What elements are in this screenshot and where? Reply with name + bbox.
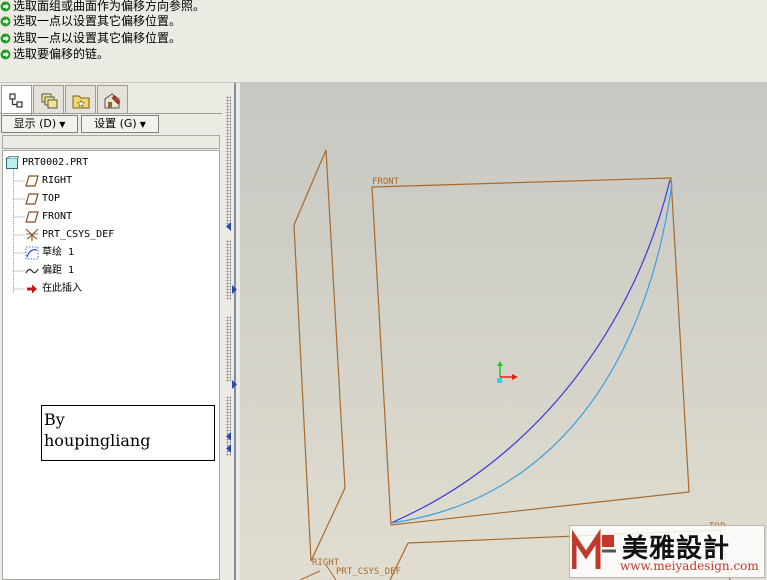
show-dropdown-button[interactable]: 显示 (D) ▼ <box>1 115 78 133</box>
message-text: 选取一点以设置其它偏移位置。 <box>13 31 182 45</box>
csys-label: PRT_CSYS_DEF <box>336 567 401 577</box>
tree-item-csys[interactable]: PRT_CSYS_DEF <box>25 227 114 243</box>
chevron-down-icon: ▼ <box>59 120 66 129</box>
message-area: 选取面组或曲面作为偏移方向参照。 选取一点以设置其它偏移位置。 选取一点以设置其… <box>0 0 767 82</box>
meiya-logo-icon <box>572 529 616 569</box>
watermark-logo: 美雅設計 www.meiyadesign.com <box>569 525 765 578</box>
navigator-panel: 显示 (D)▼ 设置 (G)▼ PRT0002.PRT RIGHT TOP <box>0 83 224 580</box>
message-arrow-icon <box>0 33 11 44</box>
offset-curve-icon <box>25 264 39 278</box>
datum-plane-icon <box>25 174 39 188</box>
tab-strip-border <box>0 113 222 114</box>
tab-connections[interactable] <box>97 85 128 114</box>
tree-item-root[interactable]: PRT0002.PRT <box>5 155 88 171</box>
collapse-left-icon[interactable] <box>226 444 232 453</box>
layers-icon <box>41 93 58 109</box>
tree-item-insert-here[interactable]: 在此插入 <box>25 281 82 297</box>
message-arrow-icon <box>0 16 11 27</box>
author-annotation: By houpingliang <box>41 405 215 461</box>
expand-right-icon[interactable] <box>232 285 238 294</box>
tab-model-tree[interactable] <box>1 85 32 115</box>
message-text: 选取面组或曲面作为偏移方向参照。 <box>13 0 206 13</box>
tree-item-sketch[interactable]: 草绘 1 <box>25 245 74 261</box>
part-icon <box>5 156 19 170</box>
tree-header-strip <box>2 135 220 149</box>
tree-item-front[interactable]: FRONT <box>25 209 72 225</box>
annotation-line: By <box>44 410 65 429</box>
connections-icon <box>104 93 121 109</box>
tab-favorites[interactable] <box>65 85 96 114</box>
csys-icon <box>25 228 39 242</box>
model-tree: PRT0002.PRT RIGHT TOP FRONT PRT_CSYS_DEF <box>2 150 220 580</box>
tree-item-label: RIGHT <box>42 175 73 186</box>
chevron-down-icon: ▼ <box>139 120 146 129</box>
front-plane-label: FRONT <box>372 177 400 187</box>
message-arrow-icon <box>0 1 11 12</box>
collapse-left-icon[interactable] <box>226 432 232 441</box>
message-text: 选取要偏移的链。 <box>13 47 110 61</box>
graphics-viewport[interactable]: FRONT RIGHT TOP PRT_CSYS_DEF <box>240 83 767 580</box>
message-line: 选取一点以设置其它偏移位置。 <box>0 13 181 29</box>
tree-item-offset[interactable]: 偏距 1 <box>25 263 74 279</box>
model-tree-icon <box>9 93 23 108</box>
tree-item-label: FRONT <box>42 211 73 222</box>
message-line: 选取面组或曲面作为偏移方向参照。 <box>0 0 205 14</box>
tree-item-top[interactable]: TOP <box>25 191 60 207</box>
offset-curve[interactable] <box>390 182 673 524</box>
tree-item-label: 草绘 1 <box>42 247 75 258</box>
tab-layers[interactable] <box>33 85 64 114</box>
settings-dropdown-button[interactable]: 设置 (G) ▼ <box>81 115 159 133</box>
datum-plane-icon <box>25 210 39 224</box>
tree-item-label: PRT_CSYS_DEF <box>42 229 115 240</box>
tree-item-right[interactable]: RIGHT <box>25 173 72 189</box>
insert-here-icon <box>25 282 39 296</box>
message-text: 选取一点以设置其它偏移位置。 <box>13 14 182 28</box>
expand-right-icon[interactable] <box>232 380 238 389</box>
sketch-curve[interactable] <box>390 179 671 524</box>
tree-item-label: 偏距 1 <box>42 265 75 276</box>
datum-plane-icon <box>25 192 39 206</box>
settings-dropdown-label: 设置 (G) <box>94 117 137 130</box>
view-triad-icon <box>497 361 518 383</box>
show-dropdown-label: 显示 (D) <box>13 117 57 130</box>
annotation-line: houpingliang <box>44 431 151 450</box>
splitter-divider <box>234 83 236 580</box>
favorites-icon <box>72 95 90 109</box>
watermark-url: www.meiyadesign.com <box>620 559 759 573</box>
datum-plane-right[interactable] <box>293 149 346 562</box>
message-line: 选取要偏移的链。 <box>0 46 109 62</box>
tree-item-label: PRT0002.PRT <box>22 157 89 168</box>
datum-plane-front[interactable] <box>371 177 690 526</box>
sash-grip[interactable] <box>226 316 231 382</box>
sketch-icon <box>25 246 39 260</box>
sash-grip[interactable] <box>226 96 231 226</box>
model-view: FRONT RIGHT TOP PRT_CSYS_DEF <box>293 149 731 580</box>
sash-grip[interactable] <box>226 240 231 300</box>
tree-item-label: 在此插入 <box>42 283 82 294</box>
collapse-left-icon[interactable] <box>226 222 232 231</box>
tree-item-label: TOP <box>42 193 61 204</box>
message-line: 选取一点以设置其它偏移位置。 <box>0 30 181 46</box>
message-arrow-icon <box>0 49 11 60</box>
